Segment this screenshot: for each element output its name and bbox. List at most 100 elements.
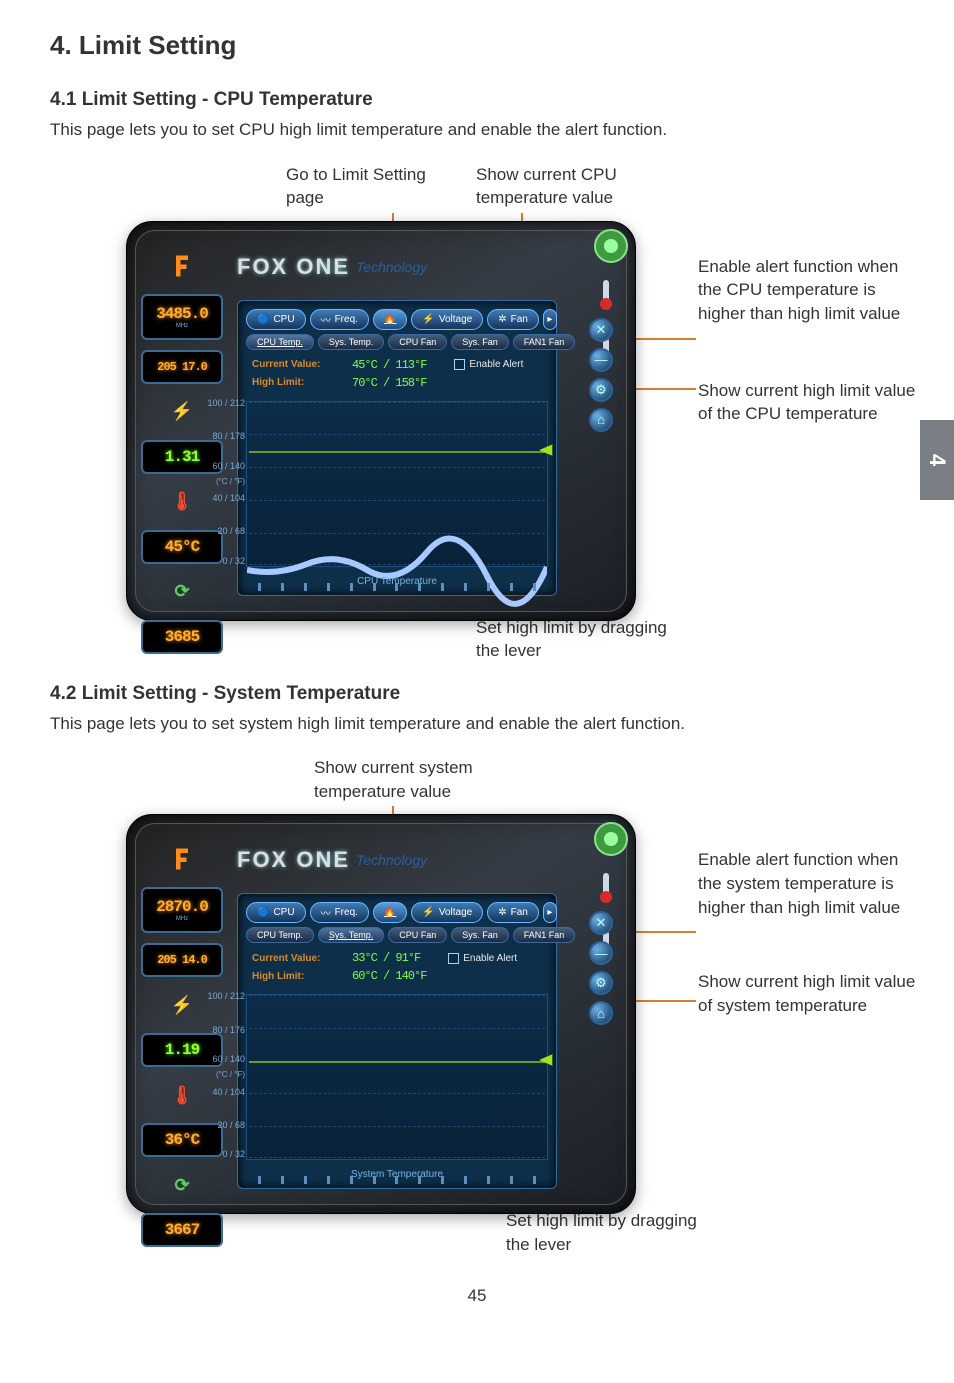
ytick: 60 / 140 <box>201 461 245 471</box>
minimize-icon: — <box>595 352 608 367</box>
subtab-cpu-temp[interactable]: CPU Temp. <box>246 334 314 350</box>
subtab-sys-temp[interactable]: Sys. Temp. <box>318 334 384 350</box>
page-number: 45 <box>50 1286 904 1306</box>
high-limit-lever[interactable] <box>539 1054 553 1066</box>
thermometer-side-icon-1 <box>597 873 615 903</box>
tab-scroll-right[interactable]: ▸ <box>543 902 557 923</box>
gauge-fan-rpm: 3685 <box>141 620 223 654</box>
ytick: 40 / 104 <box>201 493 245 503</box>
subtab-fan1[interactable]: FAN1 Fan <box>513 927 576 943</box>
left-gauge-column: 3485.0MHz 205 17.0 ⚡ 1.31 🌡 45°C ⟳ 3685 <box>141 248 223 654</box>
foxone-logo: FOX ONE <box>237 254 350 280</box>
logo-subtitle: Technology <box>356 259 427 275</box>
gauge-cpu-freq: 2870.0MHz <box>141 887 223 933</box>
rpm-value: 3667 <box>165 1221 199 1239</box>
callout-current-sys-temp: Show current system temperature value <box>314 756 534 804</box>
callout-goto-limit: Go to Limit Setting page <box>286 163 466 211</box>
callout-lever-sys: Set high limit by dragging the lever <box>506 1209 706 1257</box>
callout-high-limit: Show current high limit value of the CPU… <box>698 379 918 427</box>
thermometer-side-icon-1 <box>597 280 615 310</box>
ytick: 20 / 68 <box>201 526 245 536</box>
ytick: 60 / 140 <box>201 1054 245 1064</box>
tab-fan[interactable]: ✲ Fan <box>487 902 539 923</box>
home-button[interactable]: ⌂ <box>589 408 613 432</box>
sub-tabs: CPU Temp. Sys. Temp. CPU Fan Sys. Fan FA… <box>238 334 556 356</box>
cpu-freq-value: 2870.0 <box>156 898 208 916</box>
bottom-ruler <box>238 1176 556 1186</box>
foxone-logo: FOX ONE <box>237 847 350 873</box>
fox-f-icon <box>141 248 223 284</box>
ytick: 40 / 104 <box>201 1087 245 1097</box>
subtab-sys-fan[interactable]: Sys. Fan <box>451 334 509 350</box>
high-limit-row: High Limit: 70°C / 158°F <box>238 374 556 392</box>
close-button[interactable]: ✕ <box>589 318 613 342</box>
voltage-value: 1.31 <box>165 448 199 466</box>
enable-alert-checkbox[interactable] <box>454 359 465 370</box>
subtab-sys-temp[interactable]: Sys. Temp. <box>318 927 384 943</box>
high-limit-readout: 60°C / 140°F <box>352 969 426 983</box>
tab-scroll-right[interactable]: ▸ <box>543 309 557 330</box>
temperature-graph: 100 / 212 80 / 176 60 / 140 (°C / °F) 40… <box>246 994 548 1160</box>
minimize-button[interactable]: — <box>589 941 613 965</box>
current-value-label: Current Value: <box>252 953 342 964</box>
panel-nav-buttons: ✕ — ⚙ ⌂ <box>587 911 615 1025</box>
logo-subtitle: Technology <box>356 852 427 868</box>
subtab-cpu-temp[interactable]: CPU Temp. <box>246 927 314 943</box>
sub-tabs: CPU Temp. Sys. Temp. CPU Fan Sys. Fan FA… <box>238 927 556 949</box>
ytick: 100 / 212 <box>201 398 245 408</box>
fan-refresh-icon: ⟳ <box>141 1167 223 1203</box>
tab-voltage[interactable]: ⚡ Voltage <box>411 902 483 923</box>
subtab-sys-fan[interactable]: Sys. Fan <box>451 927 509 943</box>
figure-cpu-temp: Go to Limit Setting page Show current CP… <box>50 163 904 683</box>
home-button[interactable]: ⌂ <box>589 1001 613 1025</box>
title-bar: FOX ONE Technology <box>237 837 613 883</box>
config-button[interactable]: ⚙ <box>589 378 613 402</box>
category-tabs: 🔵 CPU 〰 Freq. 🔥 ⚡ Voltage ✲ Fan ▸ <box>238 301 556 334</box>
tab-cpu[interactable]: 🔵 CPU <box>246 902 306 923</box>
tab-limit-setting[interactable]: 🔥 <box>373 902 407 923</box>
minimize-icon: — <box>595 946 608 961</box>
enable-alert-checkbox[interactable] <box>448 953 459 964</box>
main-panel: 🔵 CPU 〰 Freq. 🔥 ⚡ Voltage ✲ Fan ▸ CPU Te… <box>237 893 557 1189</box>
ytick: 0 / 32 <box>201 1149 245 1159</box>
temp-value: 36°C <box>165 1131 199 1149</box>
close-button[interactable]: ✕ <box>589 911 613 935</box>
chapter-number: 4 <box>924 454 950 466</box>
callout-enable-alert-sys: Enable alert function when the system te… <box>698 848 918 919</box>
enable-alert-control[interactable]: Enable Alert <box>448 953 517 964</box>
main-panel: 🔵 CPU 〰 Freq. 🔥 ⚡ Voltage ✲ Fan ▸ CPU Te… <box>237 300 557 596</box>
current-value-readout: 33°C / 91°F <box>352 951 420 965</box>
panel-nav-buttons: ✕ — ⚙ ⌂ <box>587 318 615 432</box>
intro-4-2: This page lets you to set system high li… <box>50 711 904 737</box>
tab-limit-setting[interactable]: 🔥 <box>373 309 407 330</box>
foxone-window: 3485.0MHz 205 17.0 ⚡ 1.31 🌡 45°C ⟳ 3685 … <box>126 221 636 621</box>
current-value-label: Current Value: <box>252 359 342 370</box>
y-unit: (°C / °F) <box>201 477 245 486</box>
tab-cpu[interactable]: 🔵 CPU <box>246 309 306 330</box>
tab-freq[interactable]: 〰 Freq. <box>310 309 369 330</box>
fox-f-icon <box>141 841 223 877</box>
subtab-cpu-fan[interactable]: CPU Fan <box>388 927 447 943</box>
temp-trace <box>247 402 547 702</box>
gear-icon: ⚙ <box>595 382 607 398</box>
subtab-fan1[interactable]: FAN1 Fan <box>513 334 576 350</box>
ytick: 0 / 32 <box>201 556 245 566</box>
intro-4-1: This page lets you to set CPU high limit… <box>50 117 904 143</box>
tab-freq[interactable]: 〰 Freq. <box>310 902 369 923</box>
limit-setting-icon: 🔥 <box>384 907 396 918</box>
minimize-button[interactable]: — <box>589 348 613 372</box>
enable-alert-label: Enable Alert <box>469 359 523 370</box>
ytick: 80 / 178 <box>201 431 245 441</box>
callout-current-cpu-temp: Show current CPU temperature value <box>476 163 676 211</box>
tab-voltage[interactable]: ⚡ Voltage <box>411 309 483 330</box>
high-limit-readout: 70°C / 158°F <box>352 376 426 390</box>
tab-fan[interactable]: ✲ Fan <box>487 309 539 330</box>
gauge-cpu-freq: 3485.0MHz <box>141 294 223 340</box>
temp-value: 45°C <box>165 538 199 556</box>
enable-alert-control[interactable]: Enable Alert <box>454 359 523 370</box>
home-icon: ⌂ <box>597 412 605 427</box>
cpu-freq-value: 3485.0 <box>156 305 208 323</box>
title-bar: FOX ONE Technology <box>237 244 613 290</box>
subtab-cpu-fan[interactable]: CPU Fan <box>388 334 447 350</box>
config-button[interactable]: ⚙ <box>589 971 613 995</box>
